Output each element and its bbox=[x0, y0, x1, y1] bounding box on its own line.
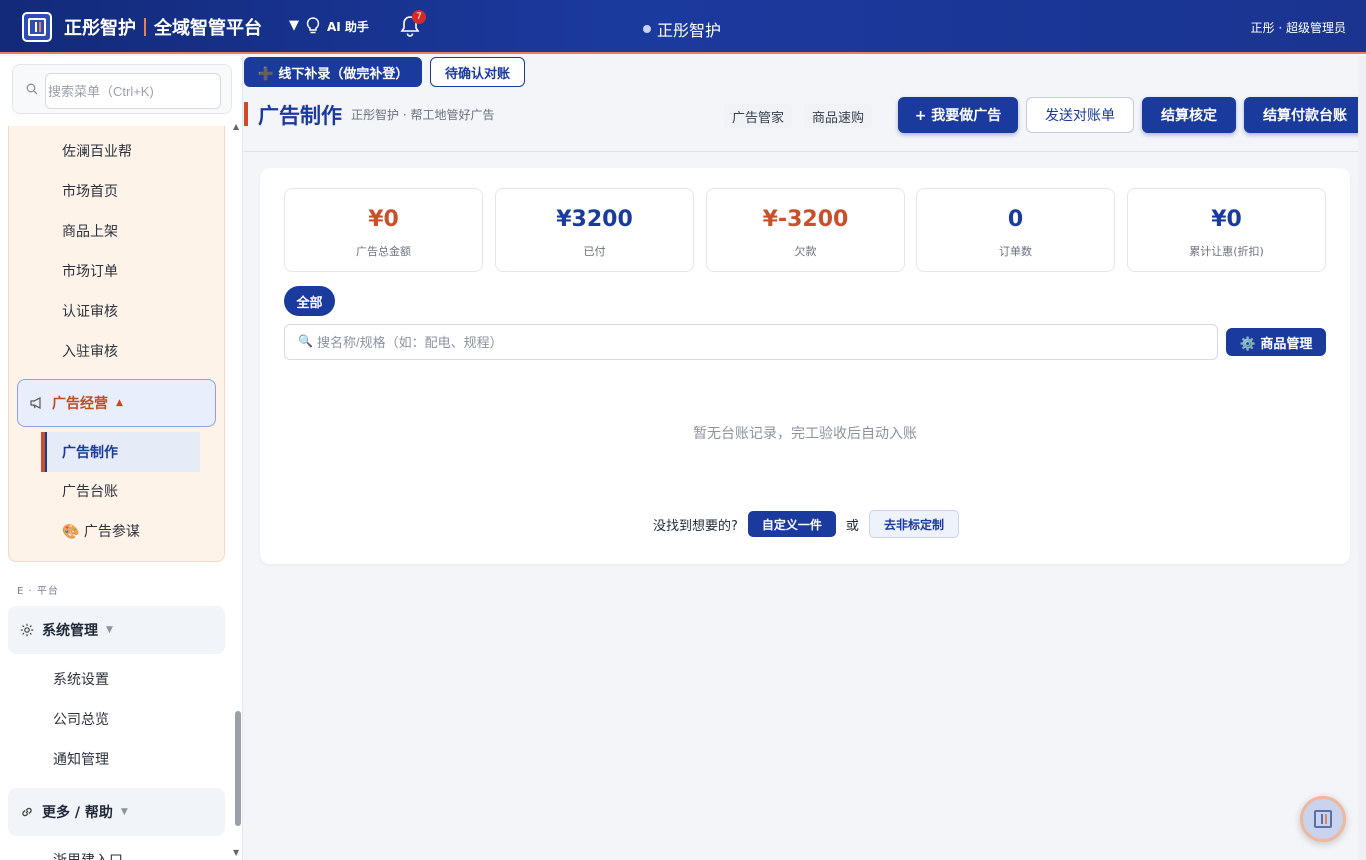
sidebar: 佐澜百业帮 市场首页 商品上架 市场订单 认证审核 入驻审核 广告经营 ▲ 广告… bbox=[0, 56, 243, 860]
or-text: 或 bbox=[845, 518, 859, 534]
stat-label: 已付 bbox=[583, 245, 606, 258]
top-bar: 正彤智护 全域智管平台 ▼ AI 助手 7 正彤智护 正彤 · 超级管理员 bbox=[0, 0, 1366, 54]
goods-search-input[interactable] bbox=[284, 324, 1218, 360]
sidebar-item-company-overview[interactable]: 公司总览 bbox=[53, 699, 109, 739]
settle-ledger-button[interactable]: 结算付款台账 bbox=[1244, 97, 1366, 133]
stat-value: ¥3200 bbox=[556, 207, 633, 232]
gear-icon bbox=[20, 623, 34, 637]
sidebar-group-system-label: 系统管理 bbox=[42, 623, 98, 639]
stat-value: ¥0 bbox=[368, 207, 399, 232]
make-ad-button[interactable]: + 我要做广告 bbox=[898, 97, 1018, 133]
stat-label: 广告总金额 bbox=[356, 245, 411, 258]
page-title: 广告制作 bbox=[258, 104, 342, 128]
brand-divider bbox=[144, 18, 146, 36]
page-header: 广告制作 正彤智护 · 帮工地管好广告 广告管家 商品速购 + 我要做广告 发送… bbox=[244, 92, 1366, 152]
stat-owed: ¥-3200 欠款 bbox=[706, 188, 905, 272]
stat-value: ¥0 bbox=[1211, 207, 1242, 232]
platform-name: 全域智管平台 bbox=[154, 18, 262, 39]
tab-ad-butler[interactable]: 广告管家 bbox=[724, 104, 793, 128]
lightbulb-icon bbox=[306, 17, 320, 34]
sidebar-item-onboard-review[interactable]: 入驻审核 bbox=[62, 331, 118, 371]
ai-assistant-button[interactable]: AI 助手 bbox=[305, 17, 369, 35]
caret-up-icon: ▲ bbox=[116, 398, 123, 408]
tab-quick-buy[interactable]: 商品速购 bbox=[804, 104, 873, 128]
status-dot-icon bbox=[643, 25, 651, 33]
sidebar-item-market-home[interactable]: 市场首页 bbox=[62, 171, 118, 211]
sidebar-item-goods-listing[interactable]: 商品上架 bbox=[62, 211, 118, 251]
pending-reconcile-button[interactable]: 待确认对账 bbox=[430, 57, 525, 87]
sidebar-group-system[interactable]: 系统管理 ▼ bbox=[8, 606, 225, 654]
sidebar-group-more[interactable]: 更多 / 帮助 ▼ bbox=[8, 788, 225, 836]
stat-total-amount: ¥0 广告总金额 bbox=[284, 188, 483, 272]
main-scrollbar[interactable] bbox=[1358, 56, 1366, 860]
brand-logo[interactable] bbox=[22, 12, 52, 42]
sidebar-item-zhelijian[interactable]: 浙里建入口 bbox=[53, 840, 123, 860]
search-icon: 🔍 bbox=[298, 334, 313, 348]
stat-value: ¥-3200 bbox=[762, 207, 849, 232]
sidebar-item-market-orders[interactable]: 市场订单 bbox=[62, 251, 118, 291]
sidebar-group-ads-label: 广告经营 bbox=[52, 396, 108, 412]
stat-label: 订单数 bbox=[999, 245, 1032, 258]
ad-production-card: ¥0 广告总金额 ¥3200 已付 ¥-3200 欠款 0 订单数 ¥0 累计让… bbox=[260, 168, 1350, 564]
center-title: 正彤智护 bbox=[643, 17, 721, 41]
stat-value: 0 bbox=[1007, 207, 1024, 232]
not-found-bar: 没找到想要的? 自定义一件 或 去非标定制 bbox=[653, 510, 959, 538]
caret-down-icon: ▼ bbox=[106, 625, 113, 635]
scroll-down-arrow-icon[interactable]: ▼ bbox=[233, 848, 239, 857]
notification-badge: 7 bbox=[412, 10, 426, 24]
search-icon bbox=[26, 83, 38, 95]
menu-search-input[interactable] bbox=[45, 73, 221, 109]
sidebar-item-zuolan[interactable]: 佐澜百业帮 bbox=[62, 131, 132, 171]
page-subtitle: 正彤智护 · 帮工地管好广告 bbox=[351, 108, 495, 122]
sidebar-item-ad-production[interactable]: 广告制作 bbox=[41, 432, 200, 472]
stat-paid: ¥3200 已付 bbox=[495, 188, 694, 272]
brand-title: 正彤智护 全域智管平台 bbox=[64, 14, 262, 40]
megaphone-icon bbox=[30, 397, 41, 409]
center-title-text: 正彤智护 bbox=[657, 21, 722, 40]
custom-item-button[interactable]: 自定义一件 bbox=[747, 511, 836, 537]
sidebar-scrollbar[interactable] bbox=[235, 711, 241, 826]
scroll-up-arrow-icon[interactable]: ▲ bbox=[233, 122, 239, 131]
sidebar-item-ad-advisor[interactable]: 🎨 广告参谋 bbox=[62, 511, 140, 551]
nonstandard-custom-button[interactable]: 去非标定制 bbox=[868, 510, 959, 538]
stat-label: 累计让惠(折扣) bbox=[1189, 245, 1264, 258]
ai-assistant-label: AI 助手 bbox=[327, 19, 369, 34]
section-label-platform: E · 平台 bbox=[17, 586, 59, 597]
sidebar-item-ad-ledger[interactable]: 广告台账 bbox=[62, 471, 118, 511]
platform-dropdown-icon[interactable]: ▼ bbox=[289, 18, 299, 33]
title-accent-bar bbox=[244, 102, 248, 126]
sidebar-item-cert-review[interactable]: 认证审核 bbox=[62, 291, 118, 331]
user-menu[interactable]: 正彤 · 超级管理员 bbox=[1251, 19, 1346, 36]
brand-name: 正彤智护 bbox=[64, 18, 136, 39]
caret-down-icon: ▼ bbox=[120, 807, 128, 817]
sidebar-item-system-settings[interactable]: 系统设置 bbox=[53, 659, 109, 699]
send-statement-button[interactable]: 发送对账单 bbox=[1026, 97, 1134, 133]
link-icon bbox=[22, 807, 32, 817]
stat-discount: ¥0 累计让惠(折扣) bbox=[1127, 188, 1326, 272]
floating-assistant-button[interactable] bbox=[1300, 796, 1346, 842]
brand-logo-icon bbox=[1314, 810, 1332, 828]
stat-order-count: 0 订单数 bbox=[916, 188, 1115, 272]
offline-entry-button[interactable]: ➕ 线下补录（做完补登） bbox=[244, 57, 422, 87]
not-found-prompt: 没找到想要的? bbox=[653, 518, 738, 534]
goods-manage-button[interactable]: ⚙️ 商品管理 bbox=[1226, 328, 1326, 356]
sidebar-group-ads[interactable]: 广告经营 ▲ bbox=[17, 379, 216, 427]
sidebar-group-more-label: 更多 / 帮助 bbox=[42, 805, 113, 821]
menu-search-box bbox=[12, 64, 232, 114]
filter-chip-all[interactable]: 全部 bbox=[284, 286, 335, 316]
sidebar-item-notifications[interactable]: 通知管理 bbox=[53, 739, 109, 779]
stat-label: 欠款 bbox=[794, 245, 817, 258]
empty-state-text: 暂无台账记录，完工验收后自动入账 bbox=[693, 426, 917, 442]
settle-check-button[interactable]: 结算核定 bbox=[1142, 97, 1236, 133]
